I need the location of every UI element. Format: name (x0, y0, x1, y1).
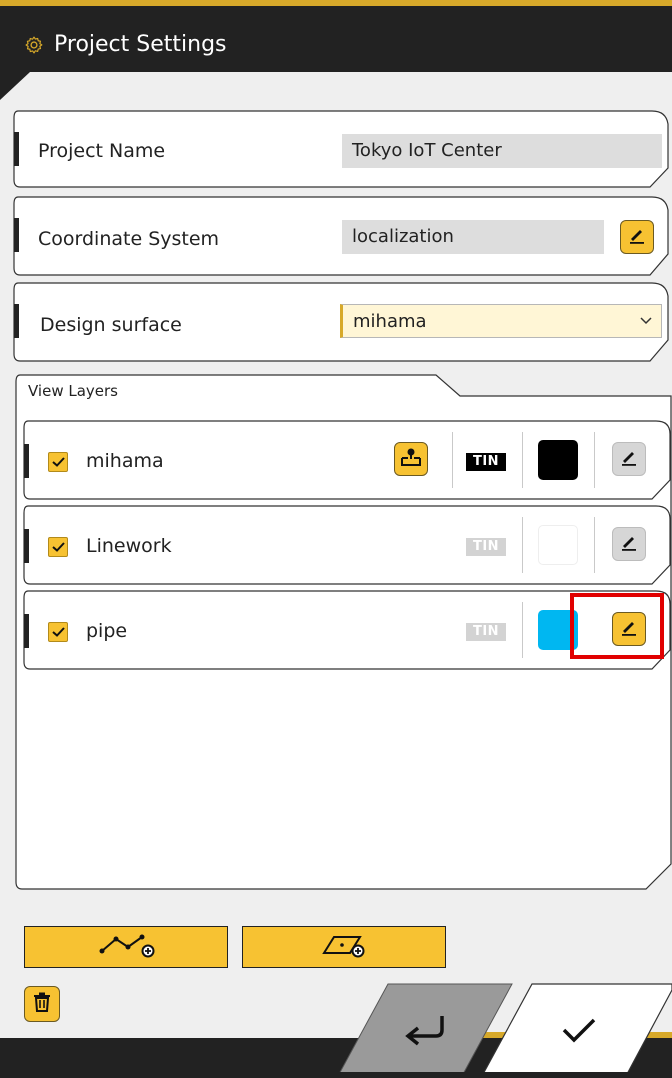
project-name-label: Project Name (38, 140, 166, 162)
layer-accent-bar (24, 614, 29, 648)
layer-tin-toggle[interactable]: TIN (466, 538, 506, 556)
map-pin-icon (400, 447, 422, 471)
coordinate-system-label: Coordinate System (38, 228, 220, 250)
layer-tin-toggle[interactable]: TIN (466, 623, 506, 641)
edit-coordinate-system-button[interactable] (620, 220, 654, 254)
add-surface-button[interactable] (242, 926, 446, 968)
project-name-card: Project Name Tokyo IoT Center (12, 110, 672, 188)
coordinate-system-value: localization (342, 220, 604, 254)
design-surface-select[interactable]: mihama (340, 304, 662, 338)
design-surface-label: Design surface (40, 314, 182, 336)
pencil-icon (620, 448, 638, 470)
add-linework-button[interactable] (24, 926, 228, 968)
layer-row-mihama: mihama TIN (22, 420, 672, 500)
add-surface-icon (314, 931, 374, 963)
separator (594, 432, 595, 488)
layer-row-linework: Linework TIN (22, 505, 672, 585)
view-layers-title: View Layers (28, 382, 118, 400)
pencil-icon (628, 226, 646, 248)
separator (594, 517, 595, 573)
edit-layer-button[interactable] (612, 527, 646, 561)
confirm-button[interactable] (478, 980, 672, 1072)
layer-tin-toggle[interactable]: TIN (466, 453, 506, 471)
gear-icon (24, 35, 44, 55)
project-name-value: Tokyo IoT Center (342, 134, 662, 168)
layer-color-swatch[interactable] (538, 525, 578, 565)
chevron-down-icon (631, 317, 661, 325)
layer-accent-bar (24, 529, 29, 563)
layer-accent-bar (24, 444, 29, 478)
layer-visibility-checkbox[interactable] (48, 537, 68, 557)
card-accent-bar (14, 218, 19, 252)
separator (522, 432, 523, 488)
layer-color-swatch[interactable] (538, 440, 578, 480)
page-title: Project Settings (24, 32, 227, 57)
edit-layer-button[interactable] (612, 442, 646, 476)
project-settings-screen: Project Settings Project Name Tokyo IoT … (0, 0, 672, 1078)
design-surface-selected-value: mihama (353, 310, 427, 332)
layer-visibility-checkbox[interactable] (48, 452, 68, 472)
separator (522, 517, 523, 573)
layer-name: pipe (86, 620, 128, 642)
layer-visibility-checkbox[interactable] (48, 622, 68, 642)
layer-name: Linework (86, 535, 172, 557)
layer-name: mihama (86, 450, 164, 472)
pencil-icon (620, 533, 638, 555)
layer-map-button[interactable] (394, 442, 428, 476)
separator (522, 602, 523, 658)
delete-button[interactable] (24, 986, 60, 1022)
header-wedge-decoration (0, 72, 672, 100)
separator (452, 432, 453, 488)
card-accent-bar (14, 304, 19, 338)
highlight-box (570, 593, 664, 659)
card-accent-bar (14, 132, 19, 166)
trash-icon (33, 992, 51, 1016)
coordinate-system-card: Coordinate System localization (12, 196, 672, 276)
add-linework-icon (96, 931, 156, 963)
page-title-text: Project Settings (54, 32, 227, 57)
